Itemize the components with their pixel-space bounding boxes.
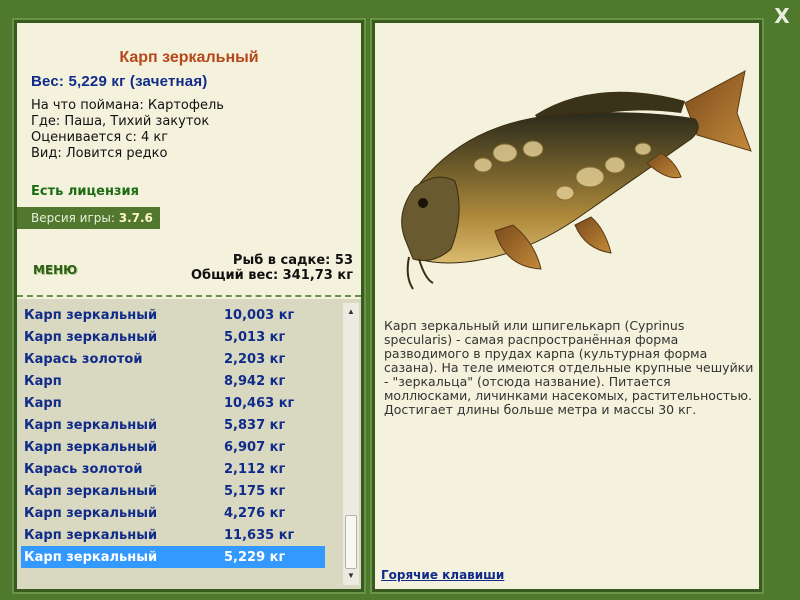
scrollbar-thumb[interactable] (345, 515, 357, 569)
catch-fish-weight: 6,907 кг (224, 440, 286, 455)
version-label: Версия игры: (31, 211, 115, 225)
catch-fish-weight: 2,203 кг (224, 352, 286, 367)
table-row[interactable]: Карась золотой 2,112 кг (21, 458, 325, 480)
catch-fish-weight: 5,175 кг (224, 484, 286, 499)
table-row[interactable]: Карась золотой 2,203 кг (21, 348, 325, 370)
fish-info-panel: Карп зеркальный Вес: 5,229 кг (зачетная)… (14, 20, 364, 592)
catch-fish-weight: 5,229 кг (224, 550, 286, 565)
table-row[interactable]: Карп 8,942 кг (21, 370, 325, 392)
fish-count: Рыб в садке: 53 (232, 253, 353, 268)
version-bar: Версия игры: 3.7.6 (17, 207, 160, 229)
catch-fish-name: Карп зеркальный (24, 440, 158, 455)
catch-fish-name: Карп зеркальный (24, 550, 158, 565)
info-location: Где: Паша, Тихий закуток (31, 114, 210, 129)
catch-summary: Рыб в садке: 53 Общий вес: 341,73 кг (191, 253, 353, 283)
catch-fish-name: Карп (24, 396, 62, 411)
close-icon: X (774, 4, 790, 28)
info-min-weight: Оценивается с: 4 кг (31, 130, 169, 145)
table-row[interactable]: Карп зеркальный 5,837 кг (21, 414, 325, 436)
catch-fish-weight: 11,635 кг (224, 528, 295, 543)
catch-fish-name: Карась золотой (24, 352, 143, 367)
table-row[interactable]: Карп зеркальный 5,229 кг (21, 546, 325, 568)
close-button[interactable]: X (770, 4, 794, 28)
fish-description: Карп зеркальный или шпигелькарп (Cyprinu… (384, 318, 754, 417)
catch-fish-name: Карп зеркальный (24, 308, 158, 323)
info-bait: На что поймана: Картофель (31, 98, 224, 113)
total-weight: Общий вес: 341,73 кг (190, 268, 353, 283)
arrow-up-icon[interactable]: ▲ (343, 305, 359, 319)
mirror-carp-image (401, 70, 752, 290)
license-status: Есть лицензия (31, 184, 139, 199)
fish-detail-panel: Карп зеркальный или шпигелькарп (Cyprinu… (372, 20, 762, 592)
table-row[interactable]: Карп 10,463 кг (21, 392, 325, 414)
catch-fish-name: Карась золотой (24, 462, 143, 477)
fish-title: Карп зеркальный (119, 49, 259, 66)
catch-fish-weight: 10,003 кг (224, 308, 295, 323)
catch-fish-name: Карп зеркальный (24, 484, 158, 499)
catch-list[interactable]: Карп зеркальный 10,003 кг Карп зеркальный 5… (17, 299, 361, 589)
table-row[interactable]: Карп зеркальный 5,175 кг (21, 480, 325, 502)
catch-fish-name: Карп зеркальный (24, 528, 158, 543)
hotkeys-link[interactable]: Горячие клавиши (381, 568, 504, 582)
arrow-down-icon[interactable]: ▼ (343, 569, 359, 583)
catch-fish-weight: 5,837 кг (224, 418, 286, 433)
catch-fish-weight: 4,276 кг (224, 506, 286, 521)
table-row[interactable]: Карп зеркальный 4,276 кг (21, 502, 325, 524)
catch-fish-name: Карп (24, 374, 62, 389)
catch-fish-name: Карп зеркальный (24, 418, 158, 433)
divider (17, 295, 361, 297)
scrollbar[interactable]: ▲ ▼ (343, 303, 359, 585)
catch-fish-name: Карп зеркальный (24, 506, 158, 521)
catch-fish-name: Карп зеркальный (24, 330, 158, 345)
catch-fish-weight: 10,463 кг (224, 396, 295, 411)
version-value: 3.7.6 (118, 211, 153, 225)
menu-button[interactable]: МЕНЮ (33, 263, 77, 277)
catch-list-items: Карп зеркальный 10,003 кг Карп зеркальный 5… (21, 304, 325, 568)
info-rarity: Вид: Ловится редко (31, 146, 168, 161)
catch-fish-weight: 2,112 кг (224, 462, 286, 477)
table-row[interactable]: Карп зеркальный 11,635 кг (21, 524, 325, 546)
fish-weight: Вес: 5,229 кг (зачетная) (31, 73, 208, 90)
catch-fish-weight: 5,013 кг (224, 330, 286, 345)
table-row[interactable]: Карп зеркальный 10,003 кг (21, 304, 325, 326)
table-row[interactable]: Карп зеркальный 5,013 кг (21, 326, 325, 348)
catch-fish-weight: 8,942 кг (224, 374, 286, 389)
table-row[interactable]: Карп зеркальный 6,907 кг (21, 436, 325, 458)
